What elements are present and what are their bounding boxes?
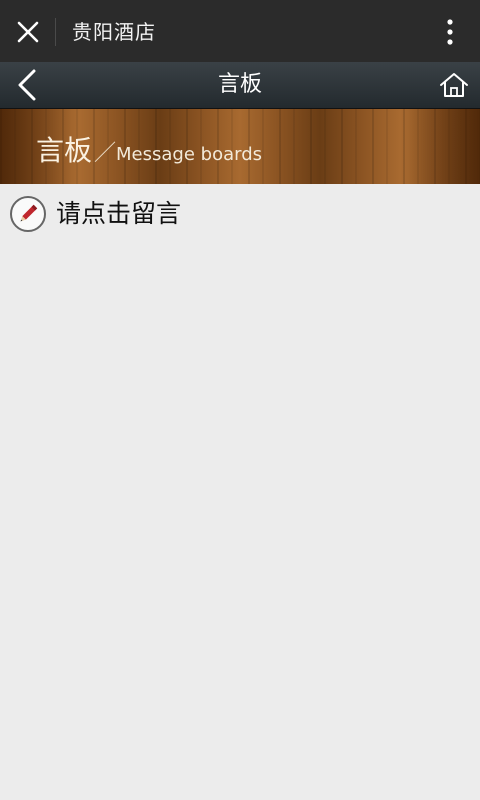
app-screen: 贵阳酒店 言板 言板／Message boards 请点击留言 (0, 0, 480, 800)
window-title: 贵阳酒店 (72, 20, 156, 44)
page-header: 言板 (0, 62, 480, 109)
banner-separator: ／ (94, 141, 117, 166)
pencil-icon (10, 196, 46, 232)
more-vertical-icon (447, 19, 453, 45)
page-title: 言板 (217, 72, 262, 97)
banner-title-cn: 言板 (36, 134, 93, 167)
home-icon (440, 73, 468, 97)
close-button[interactable] (8, 12, 48, 52)
banner-title-en: Message boards (116, 144, 262, 165)
leave-message-button[interactable]: 请点击留言 (10, 196, 181, 232)
more-options-button[interactable] (438, 15, 462, 49)
close-icon (17, 21, 39, 43)
banner-title: 言板／Message boards (36, 129, 262, 169)
section-banner: 言板／Message boards (0, 109, 480, 184)
home-button[interactable] (436, 67, 472, 103)
topbar-divider (55, 18, 56, 46)
leave-message-label: 请点击留言 (56, 199, 182, 228)
wechat-top-bar: 贵阳酒店 (0, 0, 480, 62)
